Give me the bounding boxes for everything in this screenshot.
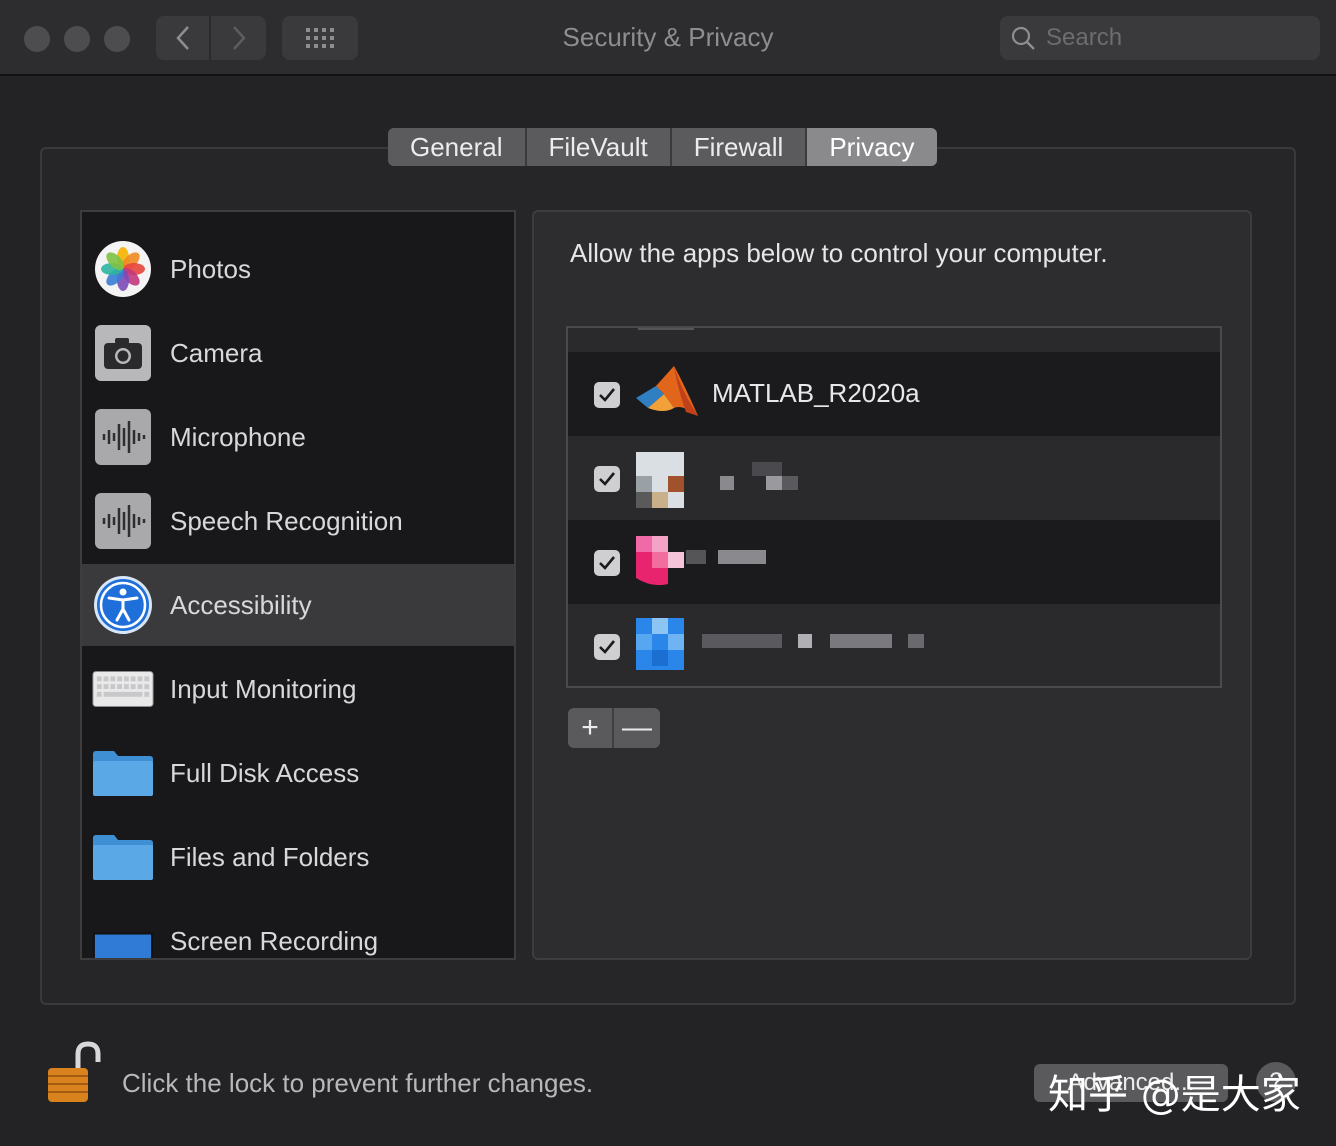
security-privacy-window: Security & Privacy Search General FileVa… <box>0 0 1336 1146</box>
table-row[interactable]: MATLAB_R2020a <box>568 352 1220 436</box>
lock-status-text: Click the lock to prevent further change… <box>122 1068 594 1098</box>
app-name: MATLAB_R2020a <box>712 378 920 408</box>
sidebar-item-screen-recording[interactable]: Screen Recording <box>82 900 514 958</box>
sidebar-item-full-disk-access[interactable]: Full Disk Access <box>82 732 514 814</box>
checkmark-icon <box>599 556 616 570</box>
keyboard-icon <box>92 658 154 720</box>
search-field[interactable]: Search <box>1000 16 1320 60</box>
screen-recording-icon <box>92 920 154 958</box>
app-checkbox[interactable] <box>594 634 620 660</box>
table-row <box>568 328 1220 352</box>
blurred-app-icon <box>634 616 694 676</box>
sidebar-item-input-monitoring[interactable]: Input Monitoring <box>82 648 514 730</box>
sidebar-item-label: Microphone <box>170 421 306 452</box>
remove-app-button[interactable]: — <box>614 708 660 748</box>
sidebar-item-photos[interactable]: Photos <box>82 228 514 310</box>
folder-icon <box>92 742 154 804</box>
sidebar-item-accessibility[interactable]: Accessibility <box>82 564 514 646</box>
search-icon <box>1011 26 1035 50</box>
table-row[interactable] <box>568 604 1220 686</box>
app-checkbox[interactable] <box>594 382 620 408</box>
sidebar-item-camera[interactable]: Camera <box>82 312 514 394</box>
unlocked-padlock-icon[interactable] <box>44 1040 104 1106</box>
add-remove-buttons: + — <box>568 708 660 748</box>
blurred-app-icon <box>634 448 694 508</box>
table-row[interactable] <box>568 520 1220 604</box>
checkmark-icon <box>599 472 616 486</box>
sidebar-item-label: Camera <box>170 337 263 368</box>
blurred-app-icon <box>634 532 694 592</box>
search-placeholder: Search <box>1046 24 1123 51</box>
sidebar-item-label: Input Monitoring <box>170 673 357 704</box>
camera-icon <box>92 322 154 384</box>
sidebar-item-microphone[interactable]: Microphone <box>82 396 514 478</box>
app-list[interactable]: MATLAB_R2020a <box>566 326 1222 688</box>
photos-icon <box>92 238 154 300</box>
pane-heading: Allow the apps below to control your com… <box>570 238 1108 268</box>
tab-privacy[interactable]: Privacy <box>807 128 937 166</box>
sidebar-item-label: Full Disk Access <box>170 757 360 788</box>
app-checkbox[interactable] <box>594 466 620 492</box>
tab-filevault[interactable]: FileVault <box>526 128 672 166</box>
microphone-icon <box>92 406 154 468</box>
sidebar-item-label: Accessibility <box>170 589 312 620</box>
watermark-text: 知乎 @是大家 <box>1048 1072 1301 1118</box>
sidebar-item-label: Speech Recognition <box>170 505 403 536</box>
table-row[interactable] <box>568 436 1220 520</box>
speech-recognition-icon <box>92 490 154 552</box>
accessibility-detail-pane: Allow the apps below to control your com… <box>532 210 1252 960</box>
sidebar-item-label: Photos <box>170 253 251 284</box>
tab-firewall[interactable]: Firewall <box>671 128 808 166</box>
sidebar-item-label: Files and Folders <box>170 841 370 872</box>
accessibility-icon <box>92 574 154 636</box>
title-bar: Security & Privacy Search <box>0 0 1336 76</box>
tab-bar: General FileVault Firewall Privacy <box>388 128 937 166</box>
checkmark-icon <box>599 640 616 654</box>
sidebar-item-speech-recognition[interactable]: Speech Recognition <box>82 480 514 562</box>
sidebar-item-files-and-folders[interactable]: Files and Folders <box>82 816 514 898</box>
app-checkbox[interactable] <box>594 550 620 576</box>
tab-general[interactable]: General <box>388 128 527 166</box>
privacy-category-list[interactable]: Photos Camera Microphone Speech Recognit… <box>80 210 516 960</box>
matlab-icon <box>634 364 698 424</box>
add-app-button[interactable]: + <box>568 708 614 748</box>
sidebar-item-label: Screen Recording <box>170 925 379 956</box>
checkmark-icon <box>599 388 616 402</box>
folder-icon <box>92 826 154 888</box>
